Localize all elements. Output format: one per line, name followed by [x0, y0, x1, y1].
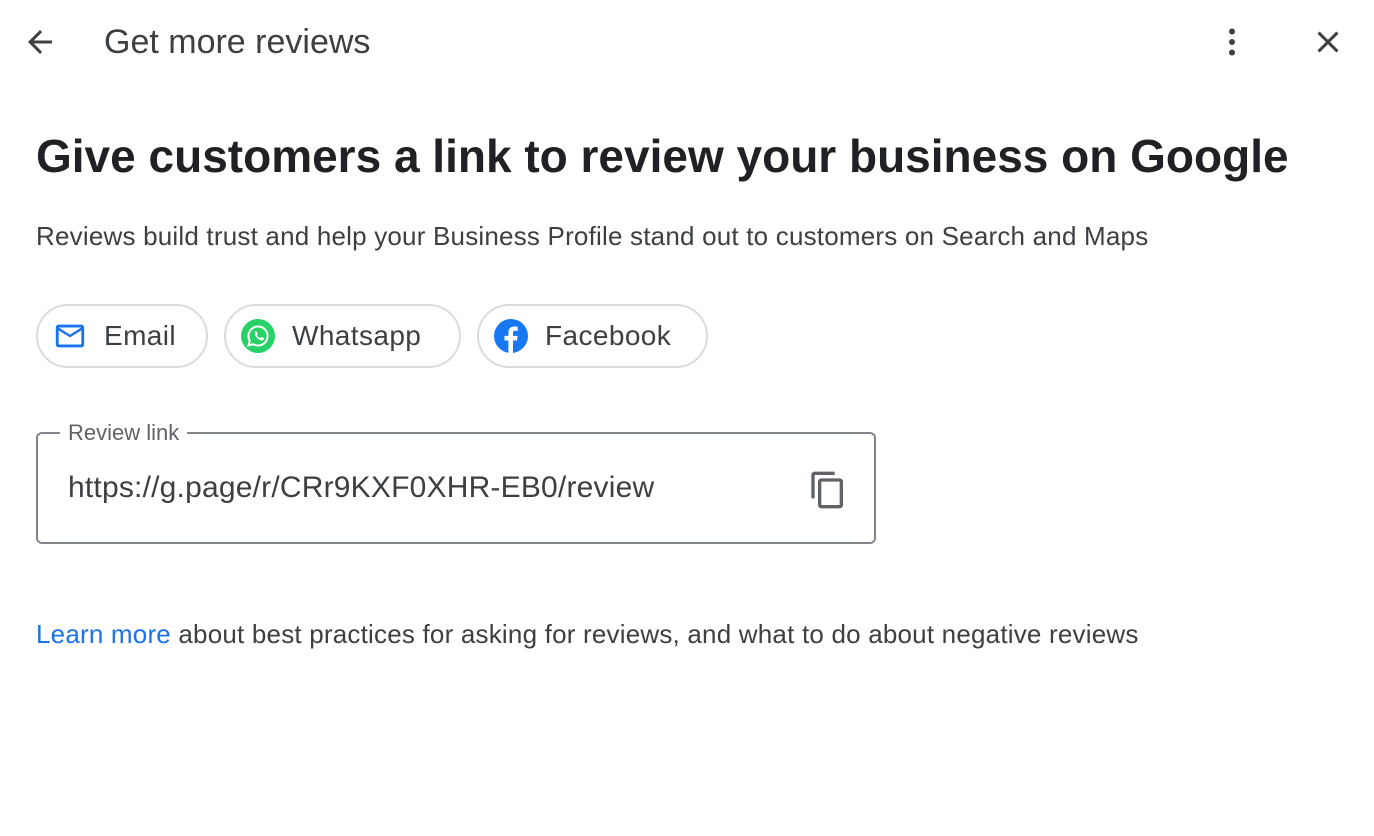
more-vert-icon — [1229, 28, 1235, 56]
share-whatsapp-label: Whatsapp — [292, 320, 422, 351]
learn-more-link[interactable]: Learn more — [36, 619, 171, 649]
back-button[interactable] — [16, 18, 64, 66]
close-button[interactable] — [1304, 18, 1352, 66]
share-facebook-button[interactable]: Facebook — [477, 304, 708, 368]
arrow-back-icon — [28, 30, 52, 54]
page-heading: Give customers a link to review your bus… — [36, 130, 1289, 182]
review-link-field[interactable]: Review link https://g.page/r/CRr9KXF0XHR… — [36, 420, 876, 544]
share-email-label: Email — [104, 320, 177, 351]
email-icon — [52, 318, 88, 354]
review-link-label: Review link — [60, 420, 188, 446]
copy-icon — [811, 471, 843, 509]
get-more-reviews-dialog: Get more reviews Give customers a link t… — [0, 0, 1374, 836]
review-link-value[interactable]: https://g.page/r/CRr9KXF0XHR-EB0/review — [68, 470, 654, 506]
page-subtitle: Reviews build trust and help your Busine… — [36, 221, 1149, 251]
facebook-icon — [493, 318, 529, 354]
learn-more-text: Learn more about best practices for aski… — [36, 618, 1139, 650]
learn-more-description: about best practices for asking for revi… — [170, 619, 1139, 649]
whatsapp-icon — [240, 318, 276, 354]
header-title: Get more reviews — [104, 23, 371, 61]
header: Get more reviews — [0, 0, 1374, 84]
share-email-button[interactable]: Email — [36, 304, 208, 368]
share-whatsapp-button[interactable]: Whatsapp — [224, 304, 461, 368]
copy-link-button[interactable] — [800, 462, 856, 518]
close-icon — [1317, 31, 1339, 53]
share-facebook-label: Facebook — [545, 320, 672, 351]
more-options-button[interactable] — [1208, 18, 1256, 66]
